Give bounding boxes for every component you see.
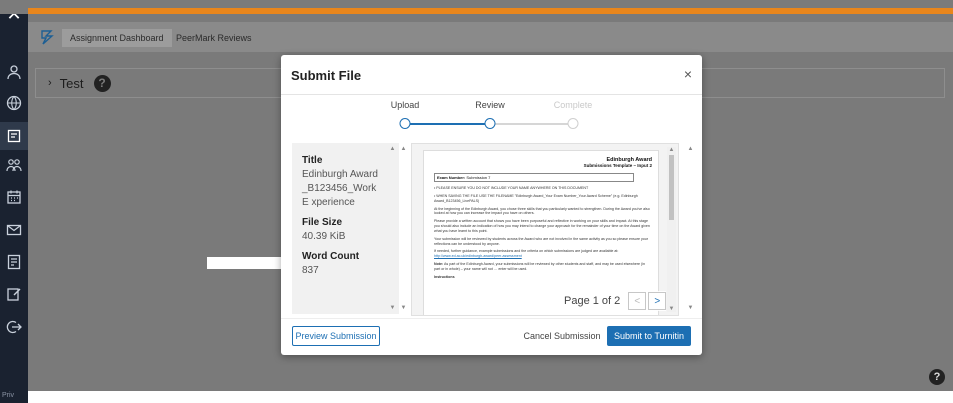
file-size-value: 40.39 KiB: [302, 231, 346, 242]
step-upload-dot: [399, 118, 411, 129]
step-review-label: Review: [475, 100, 505, 110]
scroll-down-icon[interactable]: ▼: [399, 305, 408, 311]
preview-instructions: Instructions: [434, 274, 455, 279]
preview-right-scrollbar[interactable]: ▲ ▼: [667, 147, 676, 312]
step-complete-label: Complete: [553, 100, 593, 110]
groups-icon[interactable]: [4, 155, 24, 175]
note-text: As part of the Edinburgh Award, your sub…: [434, 262, 646, 271]
page-indicator: Page 1 of 2: [564, 295, 621, 307]
outer-scrollbar[interactable]: ▲ ▼: [686, 143, 695, 314]
preview-left-scrollbar[interactable]: ▲ ▼: [399, 143, 409, 314]
help-icon[interactable]: ?: [93, 74, 111, 92]
turnitin-logo-icon: [38, 28, 56, 46]
note-label: Note:: [434, 262, 444, 267]
word-count-label: Word Count: [302, 251, 360, 262]
preview-note: Note: As part of the Edinburgh Award, yo…: [434, 262, 652, 272]
sign-out-icon[interactable]: [4, 317, 24, 337]
nav-footer-text[interactable]: Priv: [2, 392, 14, 399]
preview-bullet: • PLEASE ENSURE YOU DO NOT INCLUDE YOUR …: [434, 186, 589, 190]
help-icon-bottom[interactable]: ?: [929, 369, 945, 385]
step-upload-label: Upload: [390, 100, 420, 110]
edit-icon[interactable]: [4, 284, 24, 304]
tabs-bar: Assignment Dashboard PeerMark Reviews: [28, 22, 953, 52]
divider: [281, 318, 702, 319]
section-title: Test: [59, 75, 84, 91]
cancel-submission-button[interactable]: Cancel Submission: [523, 326, 601, 346]
scroll-thumb[interactable]: [669, 155, 674, 220]
preview-paragraph-text: If needed, further guidance, example sub…: [434, 249, 619, 254]
close-icon[interactable]: ×: [684, 66, 692, 82]
file-info-panel: Title Edinburgh Award _B123456_Work E xp…: [292, 143, 399, 314]
grades-icon[interactable]: [4, 252, 24, 272]
word-count-value: 837: [302, 265, 319, 276]
title-value: Edinburgh Award _B123456_Work E xperienc…: [302, 169, 378, 208]
note-end: enter will be used.: [498, 266, 528, 271]
step-complete-dot: [567, 118, 579, 129]
tab-assignment-dashboard[interactable]: Assignment Dashboard: [62, 29, 172, 47]
calendar-icon[interactable]: [4, 187, 24, 207]
exam-number-value: Submission 7: [466, 175, 491, 180]
info-scrollbar[interactable]: ▲ ▼: [388, 143, 397, 314]
nav-rail: ✕ Priv: [0, 0, 28, 403]
preview-submission-button[interactable]: Preview Submission: [292, 326, 380, 346]
preview-paragraph: Your submission will be reviewed by stud…: [434, 236, 648, 246]
dialog-title: Submit File: [291, 68, 362, 83]
progress-steps: Upload Review Complete: [281, 97, 702, 137]
preview-paragraph: At the beginning of the Edinburgh Award,…: [434, 206, 650, 216]
preview-paragraph: Please provide a written account that sh…: [434, 219, 650, 233]
title-label: Title: [302, 155, 323, 166]
tab-peermark-reviews[interactable]: PeerMark Reviews: [168, 29, 260, 47]
scroll-up-icon[interactable]: ▲: [686, 146, 695, 152]
chevron-right-icon: ›: [48, 77, 52, 89]
exam-number-label: Exam Number:: [437, 175, 466, 180]
step-connector: [410, 123, 489, 125]
globe-icon[interactable]: [4, 93, 24, 113]
scroll-down-icon[interactable]: ▼: [388, 305, 397, 311]
white-strip: [207, 257, 284, 269]
step-review-dot: [484, 118, 496, 129]
scroll-down-icon[interactable]: ▼: [686, 305, 695, 311]
prev-page-button[interactable]: <: [628, 292, 647, 310]
user-icon[interactable]: [4, 62, 24, 82]
file-size-label: File Size: [302, 217, 343, 228]
preview-paragraph: If needed, further guidance, example sub…: [434, 249, 652, 259]
step-connector: [495, 123, 575, 125]
course-content-icon[interactable]: [0, 122, 28, 150]
preview-exam-number: Exam Number: Submission 7: [434, 173, 634, 182]
preview-bullet: • WHEN SAVING THE FILE USE THE FILENAME …: [434, 193, 638, 203]
submit-to-turnitin-button[interactable]: Submit to Turnitin: [607, 326, 691, 346]
mail-icon[interactable]: [4, 220, 24, 240]
top-bar: [0, 0, 953, 14]
scroll-up-icon[interactable]: ▲: [388, 146, 397, 152]
scroll-up-icon[interactable]: ▲: [667, 147, 676, 153]
submit-file-dialog: Submit File × Upload Review Complete Tit…: [281, 55, 702, 355]
scroll-down-icon[interactable]: ▼: [667, 306, 676, 312]
next-page-button[interactable]: >: [648, 292, 667, 310]
scroll-up-icon[interactable]: ▲: [399, 146, 408, 152]
divider: [281, 94, 702, 95]
bottom-strip: [28, 391, 953, 403]
preview-link: http://www.ed.ac.uk/edinburgh-award/peer…: [434, 254, 522, 259]
screen: ✕ Priv: [0, 0, 953, 403]
preview-subtitle: Submissions Template – Input 2: [583, 163, 652, 168]
pager: Page 1 of 2 < >: [564, 291, 667, 311]
